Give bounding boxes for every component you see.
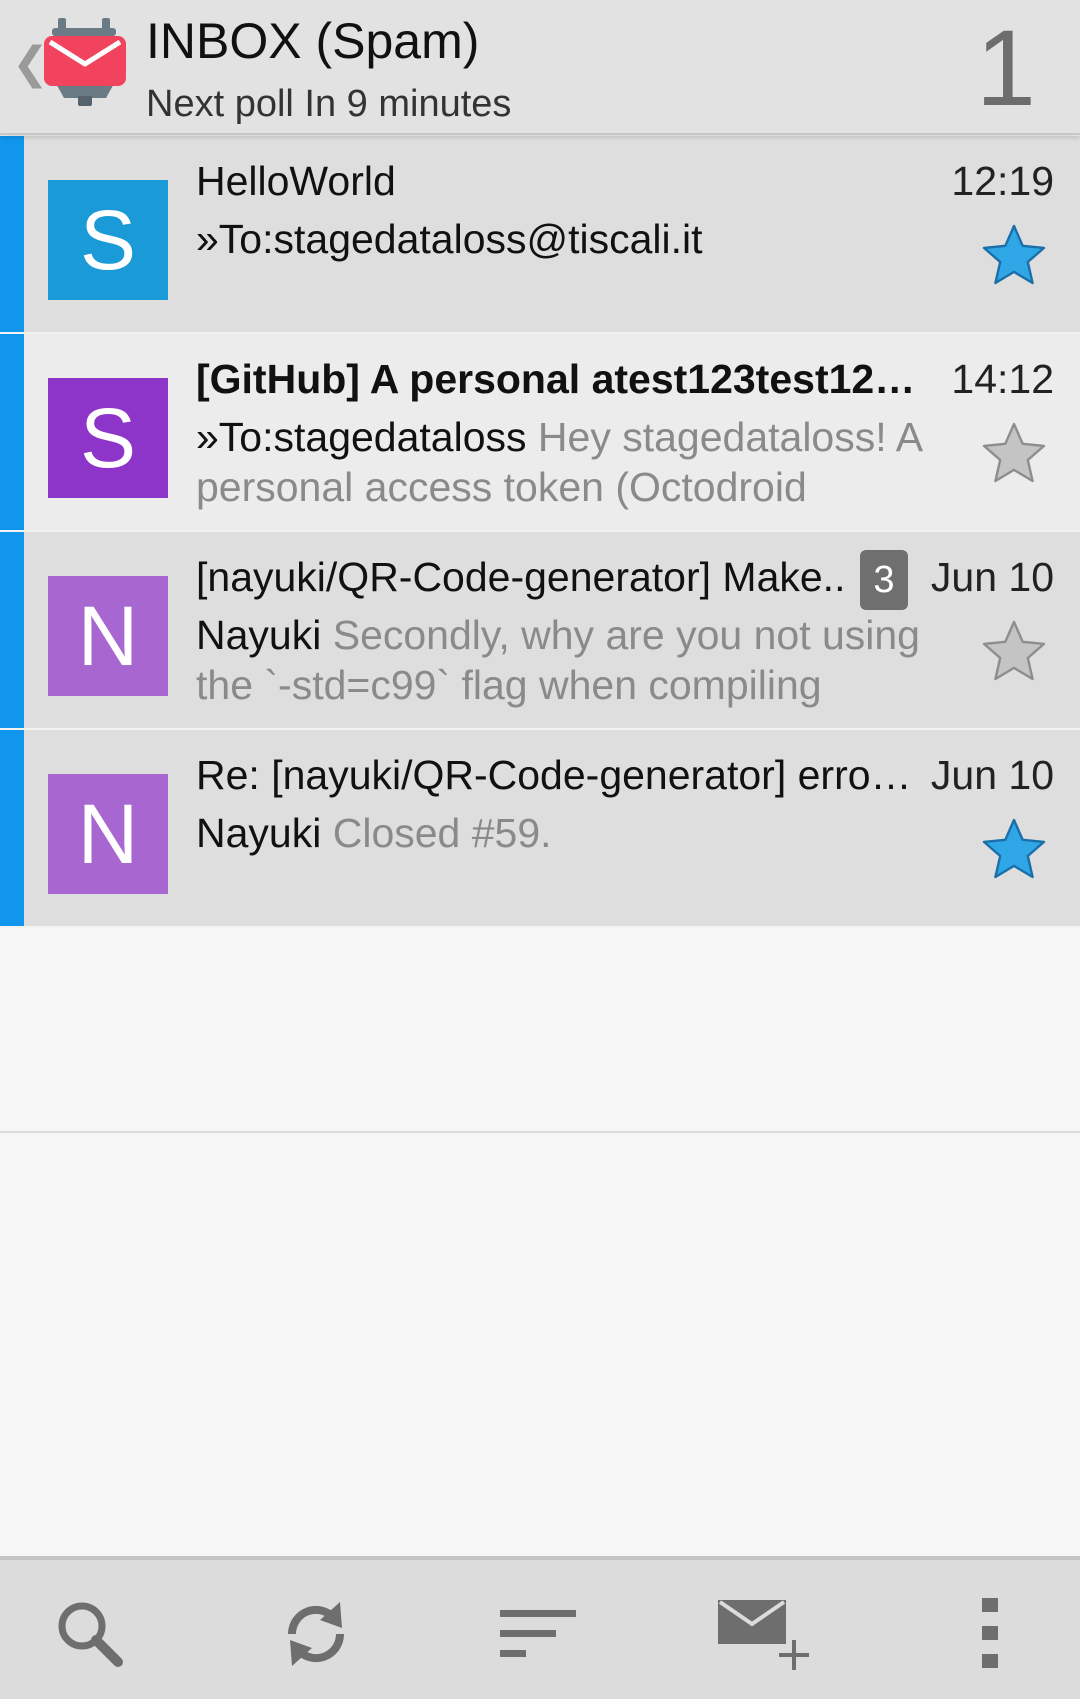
- compose-button[interactable]: [716, 1594, 812, 1674]
- message-date: 14:12: [951, 356, 1054, 402]
- sort-button[interactable]: [498, 1594, 578, 1674]
- message-subject: HelloWorld: [196, 158, 396, 204]
- refresh-icon: [287, 1602, 345, 1666]
- page-title: INBOX (Spam): [146, 13, 480, 69]
- star-outline-icon[interactable]: [976, 616, 1052, 688]
- overflow-menu-button[interactable]: [950, 1594, 1030, 1674]
- bottom-toolbar: [0, 1556, 1080, 1699]
- avatar[interactable]: N: [48, 576, 168, 696]
- account-color-bar: [0, 730, 24, 926]
- avatar[interactable]: N: [48, 774, 168, 894]
- account-color-bar: [0, 334, 24, 530]
- k9-mail-robot-icon[interactable]: [44, 18, 126, 112]
- message-sender: Nayuki: [196, 810, 322, 856]
- message-preview: »To:stagedataloss Hey stagedataloss! A p…: [196, 412, 936, 512]
- account-color-bar: [0, 532, 24, 728]
- message-date: Jun 10: [930, 554, 1054, 600]
- thread-count-badge: 3: [860, 550, 908, 610]
- sort-icon: [500, 1610, 576, 1657]
- message-subject: [GitHub] A personal atest123test123c..: [196, 356, 936, 402]
- search-icon: [58, 1602, 123, 1667]
- message-date: 12:19: [951, 158, 1054, 204]
- message-preview: Nayuki Closed #59.: [196, 808, 936, 858]
- search-button[interactable]: [50, 1594, 130, 1674]
- unread-count: 1: [975, 7, 1036, 128]
- message-sender: Nayuki: [196, 612, 322, 658]
- refresh-button[interactable]: [276, 1594, 356, 1674]
- star-outline-icon[interactable]: [976, 418, 1052, 490]
- star-filled-icon[interactable]: [976, 220, 1052, 292]
- message-sender: »To:stagedataloss@tiscali.it: [196, 216, 703, 262]
- message-date: Jun 10: [930, 752, 1054, 798]
- message-list: S HelloWorld »To:stagedataloss@tiscali.i…: [0, 136, 1080, 928]
- avatar[interactable]: S: [48, 378, 168, 498]
- message-subject: [nayuki/QR-Code-generator] Make..: [196, 554, 846, 600]
- message-row[interactable]: N Re: [nayuki/QR-Code-generator] error:.…: [0, 730, 1080, 928]
- message-sender: »To:stagedataloss: [196, 414, 527, 460]
- account-color-bar: [0, 136, 24, 332]
- message-row[interactable]: N [nayuki/QR-Code-generator] Make.. 3 Na…: [0, 532, 1080, 730]
- avatar[interactable]: S: [48, 180, 168, 300]
- message-row[interactable]: S [GitHub] A personal atest123test123c..…: [0, 334, 1080, 532]
- poll-status: Next poll In 9 minutes: [146, 83, 512, 125]
- message-snippet: Closed #59.: [332, 810, 552, 856]
- compose-icon: [718, 1600, 809, 1670]
- message-preview: Nayuki Secondly, why are you not using t…: [196, 610, 936, 710]
- app-header: ❮ INBOX (Spam) Next poll In 9 minutes 1: [0, 0, 1080, 135]
- list-footer-divider: [0, 1131, 1080, 1133]
- star-filled-icon[interactable]: [976, 814, 1052, 886]
- overflow-menu-icon: [982, 1598, 998, 1668]
- message-preview: »To:stagedataloss@tiscali.it: [196, 214, 936, 264]
- message-row[interactable]: S HelloWorld »To:stagedataloss@tiscali.i…: [0, 136, 1080, 334]
- message-subject: Re: [nayuki/QR-Code-generator] error:..: [196, 752, 916, 798]
